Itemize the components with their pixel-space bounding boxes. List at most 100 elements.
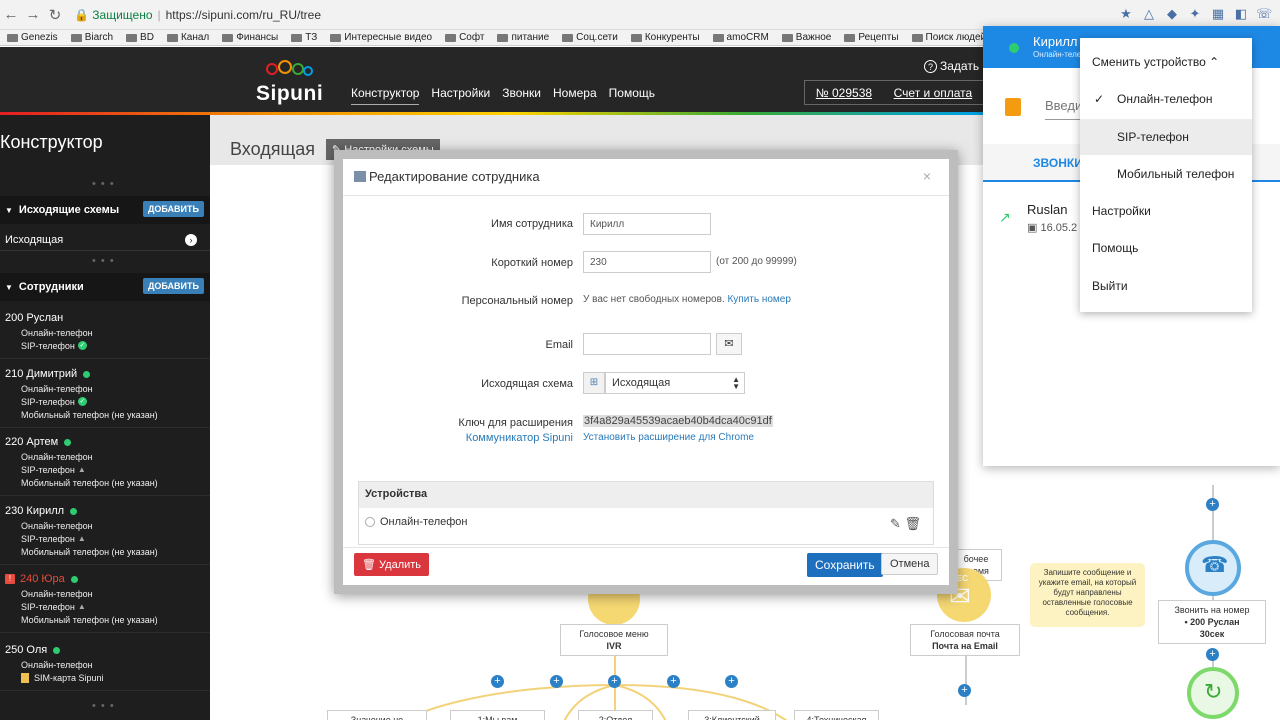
menu-online-phone[interactable]: Онлайн-телефон xyxy=(1117,92,1212,106)
tab-calls[interactable]: ЗВОНКИ xyxy=(1033,156,1083,170)
outgoing-schemes-header[interactable]: ▼ Исходящие схемы ДОБАВИТЬ xyxy=(0,196,210,224)
drag-handle[interactable]: • • • xyxy=(92,700,115,712)
add-node-plus-icon[interactable]: + xyxy=(550,675,563,688)
add-node-plus-icon[interactable]: + xyxy=(667,675,680,688)
forward-icon[interactable]: → xyxy=(22,6,44,23)
send-email-button[interactable]: ✉ xyxy=(716,333,742,355)
nav-help[interactable]: Помощь xyxy=(609,86,655,105)
address-input[interactable]: https://sipuni.com/ru_RU/tree xyxy=(166,8,321,22)
nav-calls[interactable]: Звонки xyxy=(502,86,541,105)
call-node[interactable]: Звонить на номер • 200 Руслан 30сек xyxy=(1158,600,1266,644)
employee-name[interactable]: 250 Оля xyxy=(0,642,210,658)
employee-name[interactable]: 200 Руслан xyxy=(0,310,210,326)
bookmark-item[interactable]: Интересные видео xyxy=(330,32,432,43)
add-node-plus-icon[interactable]: + xyxy=(608,675,621,688)
arrow-right-icon[interactable]: › xyxy=(185,234,197,246)
add-employee-button[interactable]: ДОБАВИТЬ xyxy=(143,278,204,294)
voicemail-node[interactable]: Голосовая почта Почта на Email xyxy=(910,624,1020,656)
bookmark-item[interactable]: Важное xyxy=(781,32,831,43)
extension-icon[interactable]: ✦ xyxy=(1187,6,1203,22)
employee-name[interactable]: ! 240 Юра xyxy=(0,571,210,587)
bookmark-item[interactable]: BD xyxy=(126,32,154,43)
bookmark-item[interactable]: ТЗ xyxy=(291,32,317,43)
nav-settings[interactable]: Настройки xyxy=(431,86,490,105)
bookmark-star-icon[interactable]: ★ xyxy=(1118,6,1134,22)
edit-pencil-icon[interactable]: ✎ xyxy=(890,516,901,531)
employee-item[interactable]: 220 Артем Онлайн-телефон SIP-телефон ▲ Мобил… xyxy=(0,434,210,496)
employee-name[interactable]: 230 Кирилл xyxy=(0,503,210,519)
ivr-branch-4[interactable]: 4:Техническая xyxy=(794,710,879,720)
ask-question-link[interactable]: ? Задать xyxy=(924,59,979,73)
employee-item[interactable]: 210 Димитрий Онлайн-телефон SIP-телефон ✓ Мо… xyxy=(0,366,210,428)
bookmark-item[interactable]: Поиск людей xyxy=(911,32,986,43)
employee-name[interactable]: 210 Димитрий xyxy=(0,366,210,382)
call-node-icon[interactable]: ☎ xyxy=(1185,540,1241,596)
menu-change-device[interactable]: Сменить устройство ⌃ xyxy=(1092,55,1219,69)
install-extension-link[interactable]: Установить расширение для Chrome xyxy=(583,432,754,443)
next-node-icon[interactable]: ↻ xyxy=(1187,667,1239,719)
bookmark-item[interactable]: Biarch xyxy=(70,32,113,43)
delete-button[interactable]: 🗑 Удалить xyxy=(354,553,430,576)
close-icon[interactable]: × xyxy=(923,168,931,184)
device-row-online[interactable]: Онлайн-телефон xyxy=(359,508,933,536)
employee-name[interactable]: 220 Артем xyxy=(0,434,210,450)
extension-icon[interactable]: ◧ xyxy=(1233,6,1249,22)
extension-icon[interactable]: ▦ xyxy=(1210,6,1226,22)
nav-numbers[interactable]: Номера xyxy=(553,86,597,105)
add-node-plus-icon[interactable]: + xyxy=(958,684,971,697)
ivr-branch-0[interactable]: Значение не выбрано: xyxy=(327,710,427,720)
employee-name-field[interactable] xyxy=(583,213,711,235)
employees-header[interactable]: ▼ Сотрудники ДОБАВИТЬ xyxy=(0,273,210,301)
outgoing-scheme-select[interactable]: Исходящая ▲ ▼ xyxy=(605,372,745,394)
billing-link[interactable]: Счет и оплата xyxy=(894,86,973,100)
bookmark-item[interactable]: Софт xyxy=(445,32,484,43)
ivr-node[interactable]: Голосовое меню IVR xyxy=(560,624,668,656)
extension-icon[interactable]: ◆ xyxy=(1164,6,1180,22)
bookmark-item[interactable]: Рецепты xyxy=(844,32,899,43)
contacts-icon[interactable] xyxy=(1005,98,1021,116)
employee-item[interactable]: 230 Кирилл Онлайн-телефон SIP-телефон ▲ Моби… xyxy=(0,503,210,565)
nav-constructor[interactable]: Конструктор xyxy=(351,86,420,105)
account-number-link[interactable]: № 029538 xyxy=(816,86,872,100)
add-node-plus-icon[interactable]: + xyxy=(725,675,738,688)
menu-mobile-phone[interactable]: Мобильный телефон xyxy=(1117,167,1234,181)
sipuni-extension-icon[interactable]: ☏ xyxy=(1256,6,1272,22)
add-outgoing-scheme-button[interactable]: ДОБАВИТЬ xyxy=(143,201,204,217)
drag-handle[interactable]: • • • xyxy=(92,255,115,267)
bookmark-item[interactable]: amoCRM xyxy=(712,32,769,43)
extension-key-value[interactable]: 3f4a829a45539acaeb40b4dca40c91df xyxy=(583,415,773,427)
drag-handle[interactable]: • • • xyxy=(92,178,115,190)
trash-icon[interactable]: 🗑 xyxy=(904,516,921,531)
menu-sip-phone[interactable]: SIP-телефон xyxy=(1117,130,1189,144)
ivr-branch-2[interactable]: 2:Отдел продаж xyxy=(578,710,653,720)
save-button[interactable]: Сохранить xyxy=(807,553,883,577)
menu-help[interactable]: Помощь xyxy=(1092,241,1138,255)
bookmark-item[interactable]: Конкуренты xyxy=(630,32,700,43)
communicator-link[interactable]: Коммуникатор Sipuni xyxy=(466,432,573,444)
bookmark-item[interactable]: Genezis xyxy=(7,32,58,43)
add-node-plus-icon[interactable]: + xyxy=(1206,648,1219,661)
secure-indicator[interactable]: 🔒 Защищено xyxy=(74,8,153,22)
menu-settings[interactable]: Настройки xyxy=(1092,204,1151,218)
employee-item[interactable]: 200 Руслан Онлайн-телефон SIP-телефон ✓ xyxy=(0,310,210,359)
cancel-button[interactable]: Отмена xyxy=(881,553,939,575)
sipuni-logo[interactable]: Sipuni xyxy=(256,60,328,105)
ivr-branch-3[interactable]: 3:Клиентский отдел xyxy=(688,710,776,720)
extension-icon[interactable]: △ xyxy=(1141,6,1157,22)
bookmark-item[interactable]: Соц.сети xyxy=(562,32,618,43)
bookmark-item[interactable]: Канал xyxy=(166,32,209,43)
reload-icon[interactable]: ↻ xyxy=(44,6,66,24)
sidebar-item-outgoing[interactable]: Исходящая › xyxy=(0,229,210,251)
bookmark-item[interactable]: питание xyxy=(497,32,549,43)
short-number-field[interactable] xyxy=(583,251,711,273)
email-field[interactable] xyxy=(583,333,711,355)
buy-number-link[interactable]: Купить номер xyxy=(727,294,790,305)
employee-item[interactable]: 250 Оля Онлайн-телефон SIM-карта Sipuni xyxy=(0,642,210,691)
add-node-plus-icon[interactable]: + xyxy=(491,675,504,688)
menu-logout[interactable]: Выйти xyxy=(1092,279,1128,293)
back-icon[interactable]: ← xyxy=(0,6,22,23)
add-node-plus-icon[interactable]: + xyxy=(1206,498,1219,511)
device-radio[interactable] xyxy=(365,517,375,527)
employee-item[interactable]: ! 240 Юра Онлайн-телефон SIP-телефон ▲ Мобиль… xyxy=(0,571,210,633)
ivr-branch-1[interactable]: 1:Мы вам перезвоним xyxy=(450,710,545,720)
